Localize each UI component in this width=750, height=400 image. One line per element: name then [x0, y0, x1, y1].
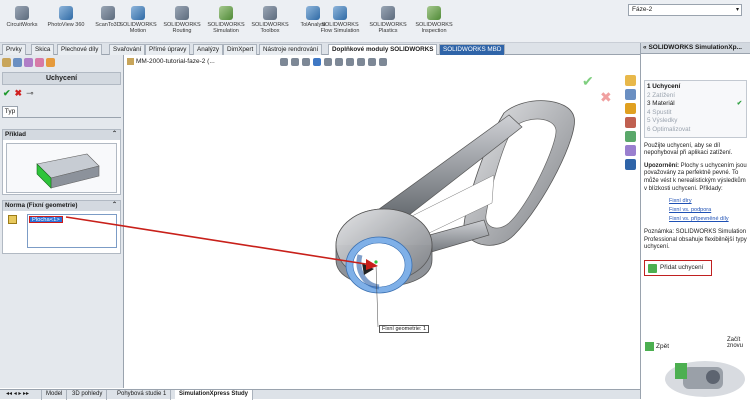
tab-nastroje-rendrovani[interactable]: Nástroje rendrování — [259, 44, 323, 55]
file-explorer-icon[interactable] — [625, 117, 636, 128]
link-fixni-vs-podpora[interactable]: Fixní vs. podpora — [669, 206, 747, 215]
cancel-icon[interactable]: ✖ — [15, 88, 23, 98]
task-pane-title: « SOLIDWORKS SimulationXp... — [641, 43, 750, 54]
flow-simulation-button[interactable]: SOLIDWORKS Flow Simulation — [318, 2, 362, 42]
circuitworks-icon — [15, 6, 29, 20]
toolbox-icon — [263, 6, 277, 20]
tab-doplnkove-moduly[interactable]: Doplňkové moduly SOLIDWORKS — [328, 44, 438, 55]
faces-group: Norma (Fixní geometrie) ⌃ Plocha<1> — [2, 200, 121, 254]
note-text: Poznámka: SOLIDWORKS Simulation Professi… — [644, 229, 747, 251]
library-icon[interactable] — [625, 103, 636, 114]
check-icon: ✔ — [736, 100, 742, 108]
custom-properties-icon[interactable] — [625, 145, 636, 156]
face-selection-list[interactable]: Plocha<1> — [27, 214, 117, 248]
double-chevron-icon[interactable]: « — [643, 44, 647, 51]
step-spustit[interactable]: 4 Spustit — [647, 109, 744, 118]
model-view — [335, 100, 575, 328]
panel-icons — [2, 58, 57, 69]
property-manager: Uchycení ✔ ✖ ⊸ Typ Příklad ⌃ Norma (Fixní g… — [0, 55, 124, 388]
step-material[interactable]: 3 Materiál ✔ — [647, 100, 744, 109]
bottom-tabs: ◂◂ ◂ ▸ ▸▸ Model 3D pohledy Pohybová stud… — [0, 389, 640, 400]
ok-cancel-row: ✔ ✖ ⊸ — [3, 88, 38, 99]
tab-typ[interactable]: Typ — [2, 106, 18, 117]
simulation-preview-image — [665, 361, 745, 397]
step-optimalizovat[interactable]: 6 Optimalizovat — [647, 126, 744, 135]
motion-icon — [131, 6, 145, 20]
resources-icon[interactable] — [625, 89, 636, 100]
tab-plechove-dily[interactable]: Plechové díly — [57, 44, 103, 55]
plastics-button[interactable]: SOLIDWORKS Plastics — [366, 2, 410, 42]
back-button[interactable]: Zpět — [645, 342, 669, 351]
ok-icon[interactable]: ✔ — [3, 88, 11, 98]
example-links: Fixní díry Fixní vs. podpora Fixní vs. p… — [669, 197, 747, 224]
tab-skica[interactable]: Skica — [31, 44, 55, 55]
chevron-down-icon: ▾ — [735, 7, 739, 13]
fixture-callout: Fixní geometrie: 1 — [379, 325, 430, 333]
simulationxpress-icon[interactable] — [625, 159, 636, 170]
graphics-area[interactable]: MM-2000-tutorial-faze-2 (... ✔ ✖ Fixní g… — [124, 55, 639, 388]
routing-button[interactable]: SOLIDWORKS Routing — [160, 2, 204, 42]
fixed-face-example — [36, 153, 100, 189]
tab-solidworks-mbd[interactable]: SOLIDWORKS MBD — [439, 44, 506, 55]
inspection-button[interactable]: SOLIDWORKS Inspection — [412, 2, 456, 42]
display-manager-icon[interactable] — [46, 58, 55, 67]
face-icon — [8, 215, 17, 224]
link-fixni-diry[interactable]: Fixní díry — [669, 197, 747, 206]
ribbon: CircuitWorks PhotoView 360 ScanTo3D SOLI… — [0, 0, 750, 43]
circuitworks-button[interactable]: CircuitWorks — [0, 2, 44, 42]
step-list: 1 Uchycení 2 Zatížení 3 Materiál ✔ 4 Spus… — [644, 80, 747, 138]
configuration-select[interactable]: Fáze-2 ▾ — [628, 4, 742, 16]
plastics-icon — [381, 6, 395, 20]
simulationxpress-task-pane: « SOLIDWORKS SimulationXp... 1 Uchycení … — [640, 43, 750, 399]
tab-svarovani[interactable]: Svařování — [109, 44, 146, 55]
tab-dimxpert[interactable]: DimXpert — [223, 44, 258, 55]
warning-text: Upozornění: Plochy s uchycením jsou pova… — [644, 162, 747, 192]
configuration-manager-icon[interactable] — [24, 58, 33, 67]
add-fixture-button[interactable]: Přidat uchycení — [644, 259, 712, 276]
arrow-left-icon — [645, 342, 654, 351]
collapse-icon[interactable]: ⌃ — [112, 201, 117, 210]
pin-icon[interactable]: ⊸ — [26, 88, 34, 98]
tab-prvky[interactable]: Prvky — [2, 44, 26, 55]
toolbox-button[interactable]: SOLIDWORKS Toolbox — [248, 2, 292, 42]
feature-tree-icon[interactable] — [2, 58, 11, 67]
inspection-icon — [427, 6, 441, 20]
step-uchyceni[interactable]: 1 Uchycení — [647, 83, 744, 92]
motion-button[interactable]: SOLIDWORKS Motion — [116, 2, 160, 42]
tab-prime-upravy[interactable]: Přímé úpravy — [145, 44, 191, 55]
appearances-icon[interactable] — [625, 131, 636, 142]
photoview-icon — [59, 6, 73, 20]
dimxpert-icon[interactable] — [35, 58, 44, 67]
link-fixni-vs-pripevnene[interactable]: Fixní vs. přípevněné díly — [669, 215, 747, 224]
routing-icon — [175, 6, 189, 20]
step-zatizeni[interactable]: 2 Zatížení — [647, 92, 744, 101]
restart-button[interactable]: Začít znovu — [727, 337, 750, 349]
collapse-icon[interactable]: ⌃ — [112, 130, 117, 139]
example-group: Příklad ⌃ — [2, 129, 121, 195]
scanto3d-icon — [101, 6, 115, 20]
simulation-icon — [219, 6, 233, 20]
home-icon[interactable] — [625, 75, 636, 86]
task-pane-tabs — [625, 75, 638, 185]
tab-analyzy[interactable]: Analýzy — [193, 44, 224, 55]
property-manager-icon[interactable] — [13, 58, 22, 67]
example-image — [6, 143, 117, 193]
flow-simulation-icon — [333, 6, 347, 20]
selected-face[interactable]: Plocha<1> — [29, 216, 63, 223]
page-title: Uchycení — [2, 72, 121, 85]
intro-text: Použijte uchycení, aby se díl nepohybova… — [644, 142, 733, 157]
photoview-button[interactable]: PhotoView 360 — [44, 2, 88, 42]
command-manager-tabs: Prvky Skica Plechové díly Svařování Přím… — [0, 43, 640, 55]
step-vysledky[interactable]: 5 Výsledky — [647, 117, 744, 126]
simulation-button[interactable]: SOLIDWORKS Simulation — [204, 2, 248, 42]
add-fixture-icon — [648, 263, 657, 273]
